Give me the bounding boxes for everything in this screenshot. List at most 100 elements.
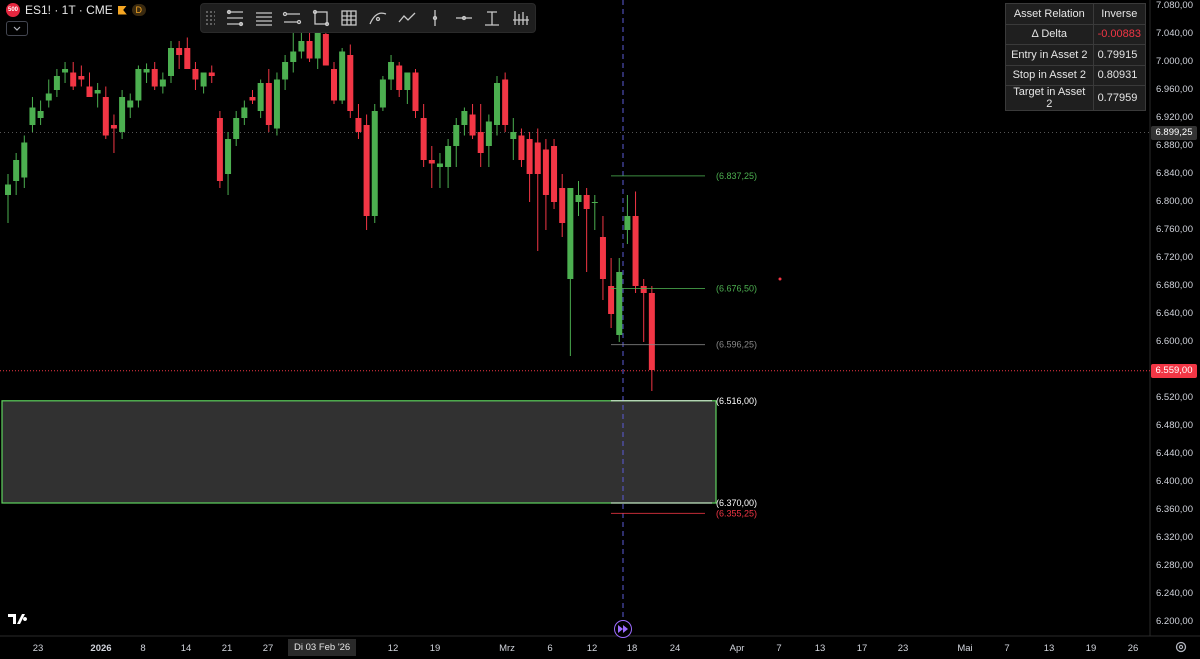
gear-icon: [1175, 641, 1187, 653]
candle-body: [127, 100, 134, 108]
candle-body: [526, 139, 533, 174]
row-value: -0.00883: [1092, 23, 1147, 45]
price-tick-label: 6.400,00: [1156, 476, 1193, 487]
price-level-label: (6.676,50): [716, 283, 757, 293]
horizontal-lines-tool[interactable]: [249, 5, 278, 31]
trend-channel-tool[interactable]: [278, 5, 307, 31]
grid-tool[interactable]: [335, 5, 364, 31]
tradingview-logo-icon: [8, 614, 28, 624]
table-row: Δ Delta -0.00883: [1005, 23, 1147, 45]
row-label: Entry in Asset 2: [1005, 44, 1094, 66]
time-tick-label: 12: [586, 643, 598, 654]
row-value: 0.79915: [1092, 44, 1147, 66]
flag-icon[interactable]: [117, 5, 127, 15]
fib-retracement-tool[interactable]: [221, 5, 250, 31]
time-tick-label: 19: [429, 643, 441, 654]
candle-body: [469, 114, 476, 136]
candle-body: [13, 160, 20, 181]
candle-body: [559, 188, 566, 223]
grip-icon[interactable]: [205, 10, 215, 26]
price-tick-label: 6.960,00: [1156, 84, 1193, 95]
row-label: Target in Asset 2: [1005, 85, 1094, 111]
grid-icon: [341, 10, 358, 26]
price-tick-label: 6.840,00: [1156, 168, 1193, 179]
horizontal-ray-tool[interactable]: [449, 5, 478, 31]
candle-body: [192, 69, 199, 80]
delayed-badge[interactable]: D: [131, 4, 146, 16]
candle-body: [86, 86, 93, 97]
anchored-text-icon: [485, 11, 500, 26]
candle-body: [273, 79, 280, 129]
curve-icon: [369, 12, 387, 25]
price-tick-label: 6.520,00: [1156, 392, 1193, 403]
candle-body: [200, 72, 207, 87]
volume-profile-tool[interactable]: [506, 5, 535, 31]
time-tick-label: 7: [776, 643, 782, 654]
price-tick-label: 6.600,00: [1156, 336, 1193, 347]
candle-body: [502, 79, 509, 125]
candle-body: [119, 97, 126, 132]
price-tick-label: 7.000,00: [1156, 56, 1193, 67]
candle-body: [510, 132, 517, 139]
table-header-cell: Asset Relation: [1005, 3, 1094, 25]
time-tick-label: 8: [140, 643, 146, 654]
candle-body: [534, 142, 541, 174]
candle-body: [363, 125, 370, 216]
price-tick-label: 6.440,00: [1156, 448, 1193, 459]
candle-body: [21, 142, 28, 178]
candle-body: [110, 125, 117, 129]
trend-channel-icon: [283, 11, 302, 25]
symbol-title[interactable]: ES1! · 1T · CME: [25, 3, 113, 17]
rectangle-tool[interactable]: [307, 5, 336, 31]
time-tick-label: 14: [180, 643, 192, 654]
row-label: Stop in Asset 2: [1005, 64, 1094, 86]
price-tick-label: 7.080,00: [1156, 0, 1193, 11]
chevron-down-icon: [13, 26, 21, 31]
price-tick-label: 6.360,00: [1156, 504, 1193, 515]
candle-body: [282, 62, 289, 80]
price-tick-label: 6.280,00: [1156, 560, 1193, 571]
chart-settings-button[interactable]: [1174, 640, 1188, 654]
price-level-label: (6.370,00): [716, 498, 757, 508]
candle-body: [168, 48, 174, 76]
rectangle-icon: [312, 9, 329, 27]
price-level-label: (6.516,00): [716, 396, 757, 406]
price-tick-label: 6.760,00: [1156, 224, 1193, 235]
candle-body: [339, 51, 346, 101]
candle-body: [632, 216, 639, 286]
candle-body: [184, 48, 191, 69]
price-tick-label: 6.200,00: [1156, 616, 1193, 627]
vertical-line-tool[interactable]: [421, 5, 450, 31]
symbol-header[interactable]: 500 ES1! · 1T · CME D: [6, 2, 146, 18]
price-tick-label: 6.920,00: [1156, 112, 1193, 123]
last-price-tag: 6.559,00: [1151, 363, 1197, 378]
time-tick-label: 7: [1004, 643, 1010, 654]
price-level-label: (6.596,25): [716, 340, 757, 350]
time-tick-label: 23: [32, 643, 44, 654]
candle-body: [379, 79, 386, 108]
price-tick-label: 6.320,00: [1156, 532, 1193, 543]
drawing-toolbar[interactable]: [200, 3, 536, 33]
tradingview-logo[interactable]: [8, 612, 32, 631]
candle-body: [371, 111, 378, 216]
crosshair-date-label: Di 03 Feb '26: [288, 639, 357, 656]
row-label: Δ Delta: [1005, 23, 1094, 45]
candle-body: [331, 69, 337, 101]
replay-button[interactable]: [614, 620, 632, 638]
asset-relation-table: Asset Relation Inverse Δ Delta -0.00883 …: [1005, 3, 1147, 111]
anchored-text-tool[interactable]: [478, 5, 507, 31]
path-tool[interactable]: [392, 5, 421, 31]
candle-body: [599, 237, 606, 279]
candle-body: [567, 188, 574, 279]
demand-zone-rectangle[interactable]: [1, 400, 717, 504]
candle-body: [249, 97, 256, 101]
table-row: Entry in Asset 2 0.79915: [1005, 44, 1147, 66]
price-tick-label: 6.640,00: [1156, 308, 1193, 319]
candle-body: [428, 160, 435, 164]
candle-body: [420, 118, 427, 160]
curve-tool[interactable]: [364, 5, 393, 31]
candle-body: [225, 139, 232, 174]
legend-collapse-button[interactable]: [6, 21, 28, 36]
candle-body: [45, 93, 52, 101]
candle-body: [445, 146, 452, 167]
